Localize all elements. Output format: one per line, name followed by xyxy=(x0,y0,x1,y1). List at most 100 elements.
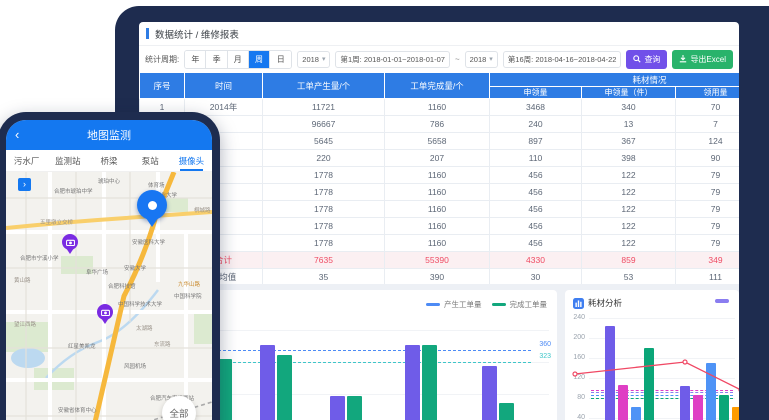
camera-icon xyxy=(66,239,75,246)
table-cell: 456 xyxy=(490,235,582,252)
tab-污水厂[interactable]: 污水厂 xyxy=(6,150,47,171)
table-row: 177811604561227967 xyxy=(140,184,740,201)
table-cell: 1160 xyxy=(385,218,490,235)
trend-line xyxy=(565,290,739,420)
expand-icon[interactable]: › xyxy=(18,178,31,191)
tab-监测站[interactable]: 监测站 xyxy=(47,150,88,171)
camera-marker[interactable] xyxy=(97,304,113,320)
table-cell: 398 xyxy=(582,150,676,167)
table-row: 177811604561227967 xyxy=(140,201,740,218)
table-cell: 53 xyxy=(582,269,676,286)
table-cell: 1160 xyxy=(385,184,490,201)
table-cell: 7 xyxy=(676,116,740,133)
back-icon[interactable]: ‹ xyxy=(15,128,29,142)
table-cell: 110 xyxy=(490,150,582,167)
table-cell: 1778 xyxy=(263,201,385,218)
start-week-input[interactable]: 第1周: 2018-01-01~2018-01-07 xyxy=(335,51,449,68)
reference-label: 360 xyxy=(539,341,551,348)
table-cell: 79 xyxy=(676,201,740,218)
group-header: 耗材情况 xyxy=(490,73,740,87)
table-cell: 79 xyxy=(676,218,740,235)
table-cell: 13 xyxy=(582,116,676,133)
table-cell: 122 xyxy=(582,218,676,235)
table-cell: 1778 xyxy=(263,184,385,201)
bar-完成工单量 xyxy=(347,396,362,420)
table-cell: 5658 xyxy=(385,133,490,150)
average-row: 平均值353903053111145 xyxy=(140,269,740,286)
dashboard-panel: 数据统计 / 维修报表 统计周期: 年季月周日 2018▾ 第1周: 2018-… xyxy=(139,22,739,420)
period-option[interactable]: 月 xyxy=(228,51,249,68)
map-view[interactable]: 琥珀中心合肥市琥珀中学体育场安徽农业大学五里墩立交桥桐城路安徽医科大学合肥市宁溪… xyxy=(6,172,212,420)
total-row: 合计7635553904330859349332 xyxy=(140,252,740,269)
table-cell: 1160 xyxy=(385,99,490,116)
table-cell: 122 xyxy=(582,167,676,184)
period-option[interactable]: 季 xyxy=(206,51,227,68)
table-cell: 96667 xyxy=(263,116,385,133)
column-header: 序号 xyxy=(140,73,185,99)
selected-location-pin[interactable] xyxy=(137,190,167,220)
chevron-down-icon: ▾ xyxy=(489,55,493,63)
table-row: 177811604561227967 xyxy=(140,235,740,252)
table-cell: 70 xyxy=(676,99,740,116)
camera-marker[interactable] xyxy=(62,234,78,250)
table-cell: 3468 xyxy=(490,99,582,116)
page-title: 地图监测 xyxy=(87,127,131,143)
phone-tab-bar: 污水厂监测站桥梁泵站摄像头 xyxy=(6,150,212,172)
phone-mockup: ‹ 地图监测 污水厂监测站桥梁泵站摄像头 xyxy=(0,112,220,420)
table-cell: 30 xyxy=(490,269,582,286)
table-header-row: 序号时间工单产生量/个工单完成量/个耗材情况 xyxy=(140,73,740,87)
table-cell: 35 xyxy=(263,269,385,286)
table-cell: 456 xyxy=(490,201,582,218)
reference-label: 323 xyxy=(539,353,551,360)
table-cell: 1160 xyxy=(385,235,490,252)
table-cell: 220 xyxy=(263,150,385,167)
column-header: 时间 xyxy=(185,73,263,99)
table-row: 177811604561227967 xyxy=(140,167,740,184)
table-cell: 5645 xyxy=(263,133,385,150)
period-option[interactable]: 年 xyxy=(185,51,206,68)
table-cell: 1778 xyxy=(263,167,385,184)
table-cell: 122 xyxy=(582,184,676,201)
column-header: 工单产生量/个 xyxy=(263,73,385,99)
sub-column-header: 申领量 xyxy=(490,87,582,99)
map-graphics xyxy=(6,172,212,420)
sub-column-header: 领用量 xyxy=(676,87,740,99)
table-cell: 456 xyxy=(490,167,582,184)
phone-header: ‹ 地图监测 xyxy=(6,120,212,150)
tab-摄像头[interactable]: 摄像头 xyxy=(171,150,212,171)
table-cell: 1160 xyxy=(385,167,490,184)
period-option[interactable]: 日 xyxy=(270,51,291,68)
bar-产生工单量 xyxy=(330,396,345,420)
screenshot-stage: 数据统计 / 维修报表 统计周期: 年季月周日 2018▾ 第1周: 2018-… xyxy=(0,0,769,420)
table-cell: 122 xyxy=(582,235,676,252)
table-cell: 897 xyxy=(490,133,582,150)
charts-section: 产生工单量完成工单量 360323 耗材分析 2 xyxy=(139,284,739,420)
export-excel-button[interactable]: 导出Excel xyxy=(672,50,733,69)
end-week-input[interactable]: 第16周: 2018-04-16~2018-04-22 xyxy=(503,51,622,68)
table-cell: 1778 xyxy=(263,235,385,252)
table-cell: 456 xyxy=(490,218,582,235)
report-table: 序号时间工单产生量/个工单完成量/个耗材情况申领量申领量（件）领用量余量 120… xyxy=(139,72,739,286)
tab-泵站[interactable]: 泵站 xyxy=(130,150,171,171)
table-cell: 349 xyxy=(676,252,740,269)
phone-screen: ‹ 地图监测 污水厂监测站桥梁泵站摄像头 xyxy=(6,120,212,420)
table-cell: 90 xyxy=(676,150,740,167)
tab-桥梁[interactable]: 桥梁 xyxy=(88,150,129,171)
table-row: 96667786240137690 xyxy=(140,116,740,133)
table-cell: 7635 xyxy=(263,252,385,269)
table-cell: 390 xyxy=(385,269,490,286)
period-option[interactable]: 周 xyxy=(249,51,270,68)
end-year-select[interactable]: 2018▾ xyxy=(465,51,498,68)
table-row: 12014年1172111603468340702508 xyxy=(140,99,740,116)
start-year-select[interactable]: 2018▾ xyxy=(297,51,330,68)
bar-产生工单量 xyxy=(405,345,420,420)
table-cell: 240 xyxy=(490,116,582,133)
table-cell: 207 xyxy=(385,150,490,167)
filter-toolbar: 统计周期: 年季月周日 2018▾ 第1周: 2018-01-01~2018-0… xyxy=(139,46,739,72)
breadcrumb: 数据统计 / 维修报表 xyxy=(139,22,739,46)
table-cell: 79 xyxy=(676,184,740,201)
query-button[interactable]: 查询 xyxy=(626,50,667,69)
consumables-chart-card: 耗材分析 2402001601208040 xyxy=(565,290,739,420)
period-segmented-control: 年季月周日 xyxy=(184,50,292,69)
bar-完成工单量 xyxy=(499,403,514,420)
